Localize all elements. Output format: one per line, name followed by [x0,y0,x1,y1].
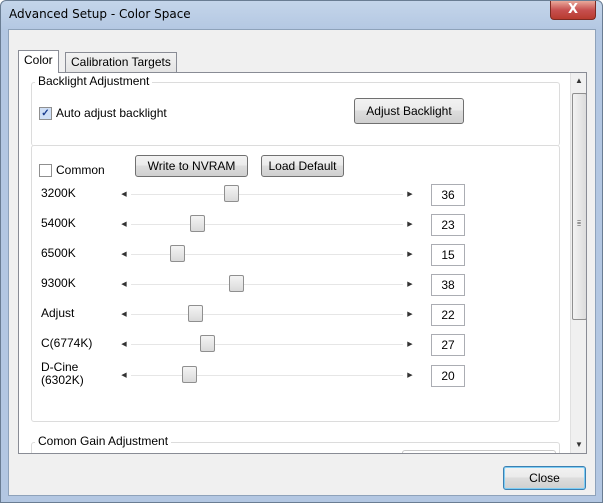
tab-panel-color: Backlight Adjustment ✓ Auto adjust backl… [18,72,587,454]
slider-left-arrow-icon[interactable]: ◀ [119,216,129,233]
common-label: Common [56,163,105,177]
slider-left-arrow-icon[interactable]: ◀ [119,336,129,353]
scroll-down-arrow-icon[interactable]: ▼ [571,437,586,453]
slider-track[interactable]: ◀ ▶ [119,275,415,293]
slider-value-field[interactable]: 15 [431,244,465,266]
slider-thumb[interactable] [190,215,206,232]
slider-right-arrow-icon[interactable]: ▶ [405,276,415,293]
tab-color[interactable]: Color [18,50,59,73]
slider-thumb[interactable] [223,185,239,202]
slider-track-line [131,194,403,195]
dialog-client: Color Calibration Targets Backlight Adju… [8,29,596,496]
slider-thumb[interactable] [187,305,203,322]
slider-track[interactable]: ◀ ▶ [119,185,415,203]
slider-track-line [131,284,403,285]
slider-right-arrow-icon[interactable]: ▶ [405,336,415,353]
slider-label: Adjust [41,306,75,320]
adjust-backlight-button[interactable]: Adjust Backlight [354,98,464,124]
title-bar[interactable]: Advanced Setup - Color Space X [1,1,602,29]
slider-label: 5400K [41,216,76,230]
slider-value-field[interactable]: 38 [431,274,465,296]
slider-track-line [131,375,403,376]
gain-group-title: Comon Gain Adjustment [35,434,172,448]
slider-thumb[interactable] [228,275,244,292]
slider-value-field[interactable]: 36 [431,184,465,206]
slider-right-arrow-icon[interactable]: ▶ [405,246,415,263]
auto-backlight-label: Auto adjust backlight [56,106,167,120]
slider-track-line [131,344,403,345]
dialog-window: Advanced Setup - Color Space X Color Cal… [0,0,603,503]
slider-track[interactable]: ◀ ▶ [119,335,415,353]
common-checkbox[interactable] [39,164,52,177]
slider-left-arrow-icon[interactable]: ◀ [119,276,129,293]
slider-thumb[interactable] [169,245,185,262]
slider-label: 9300K [41,276,76,290]
scroll-up-arrow-icon[interactable]: ▲ [571,73,586,89]
slider-left-arrow-icon[interactable]: ◀ [119,246,129,263]
auto-backlight-checkbox[interactable]: ✓ [39,107,52,120]
slider-left-arrow-icon[interactable]: ◀ [119,306,129,323]
slider-value-field[interactable]: 27 [431,334,465,356]
slider-label: 6500K [41,246,76,260]
load-default-button[interactable]: Load Default [261,155,344,177]
slider-left-arrow-icon[interactable]: ◀ [119,367,129,384]
slider-track-line [131,314,403,315]
vertical-scrollbar[interactable]: ▲ = = ▼ [570,73,586,453]
slider-track[interactable]: ◀ ▶ [119,245,415,263]
close-window-button[interactable]: X [550,1,596,20]
slider-track-line [131,224,403,225]
slider-label: 3200K [41,186,76,200]
slider-value-field[interactable]: 20 [431,365,465,387]
slider-thumb[interactable] [200,335,216,352]
window-title: Advanced Setup - Color Space [9,7,191,21]
tab-calibration-targets[interactable]: Calibration Targets [65,52,177,73]
grip-icon: = = [577,219,582,229]
backlight-group-title: Backlight Adjustment [35,74,153,88]
gain-control-partial [402,450,556,453]
slider-label: D-Cine (6302K) [41,360,84,387]
slider-thumb[interactable] [182,366,198,383]
slider-right-arrow-icon[interactable]: ▶ [405,306,415,323]
slider-track[interactable]: ◀ ▶ [119,215,415,233]
slider-right-arrow-icon[interactable]: ▶ [405,186,415,203]
slider-right-arrow-icon[interactable]: ▶ [405,216,415,233]
slider-track[interactable]: ◀ ▶ [119,305,415,323]
slider-left-arrow-icon[interactable]: ◀ [119,186,129,203]
slider-label: C(6774K) [41,336,93,350]
scroll-thumb[interactable]: = = [572,93,586,320]
write-nvram-button[interactable]: Write to NVRAM [135,155,248,177]
slider-value-field[interactable]: 23 [431,214,465,236]
slider-right-arrow-icon[interactable]: ▶ [405,367,415,384]
slider-value-field[interactable]: 22 [431,304,465,326]
close-button[interactable]: Close [503,466,586,490]
slider-track[interactable]: ◀ ▶ [119,366,415,384]
